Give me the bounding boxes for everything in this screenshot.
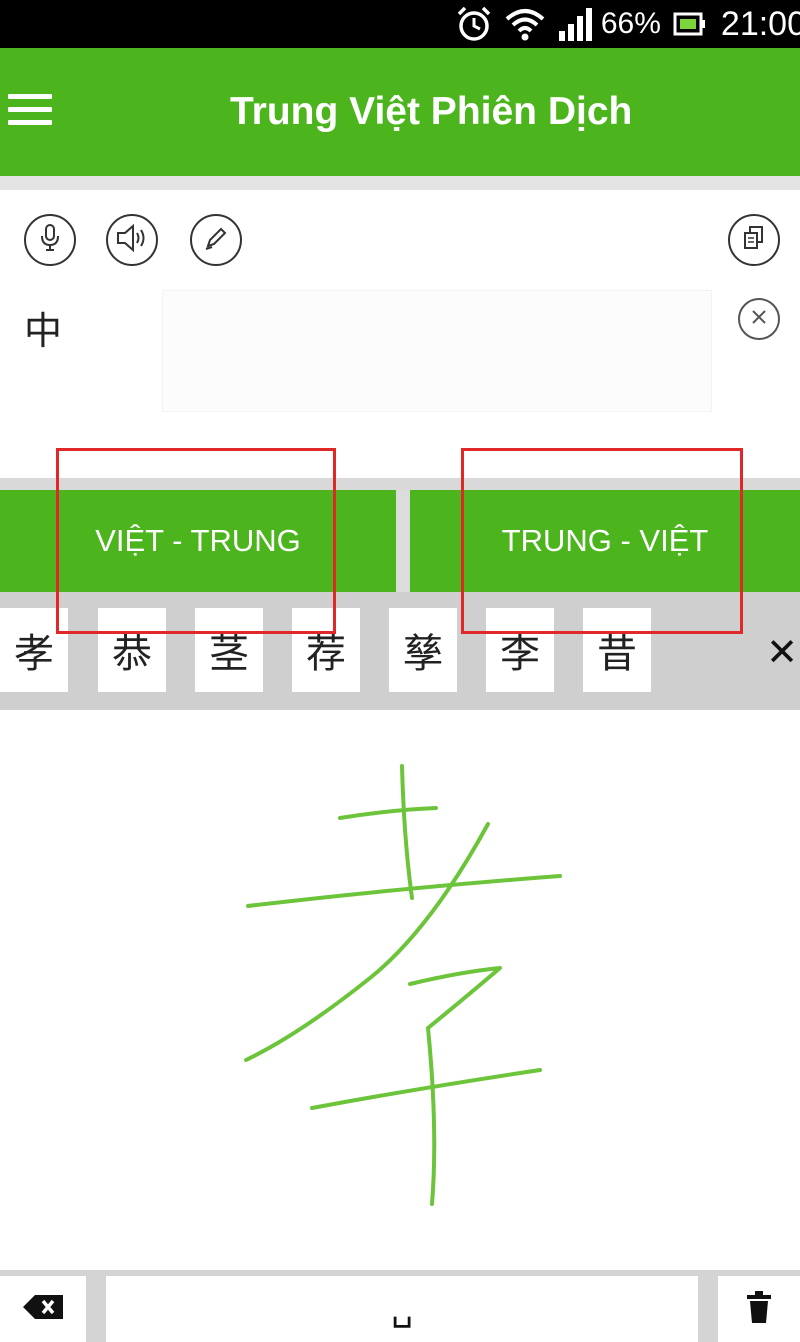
space-key[interactable]: ␣ [106, 1276, 698, 1342]
viet-trung-button[interactable]: VIỆT - TRUNG [0, 490, 396, 592]
alarm-icon [455, 5, 493, 43]
microphone-button[interactable] [24, 214, 76, 266]
candidate-char[interactable]: 李 [486, 608, 554, 692]
speaker-button[interactable] [106, 214, 158, 266]
speaker-icon [115, 223, 149, 257]
clear-button[interactable] [738, 298, 780, 340]
candidate-char[interactable]: 孳 [389, 608, 457, 692]
copy-button[interactable] [728, 214, 780, 266]
translation-input[interactable] [162, 290, 712, 412]
button-divider [396, 490, 410, 592]
candidate-char[interactable]: 昔 [583, 608, 651, 692]
status-bar: 66% 21:00 [0, 0, 800, 48]
wifi-icon [505, 7, 545, 41]
candidate-char[interactable]: 荐 [292, 608, 360, 692]
close-circle-icon [750, 308, 768, 330]
menu-icon [8, 94, 52, 99]
microphone-icon [37, 223, 63, 257]
signal-icon [557, 7, 595, 41]
handwriting-strokes [244, 764, 562, 1206]
app-bar: Trung Việt Phiên Dịch [0, 48, 800, 176]
battery-icon [673, 10, 707, 38]
source-language-label: 中 [24, 309, 63, 353]
app-title: Trung Việt Phiên Dịch [230, 90, 633, 133]
battery-percent: 66% [600, 7, 661, 40]
clock: 21:00 [720, 4, 800, 43]
handwriting-button[interactable] [190, 214, 242, 266]
close-candidates-button[interactable]: ✕ [762, 630, 800, 674]
pencil-icon [202, 224, 230, 256]
trash-icon [745, 1290, 773, 1328]
divider [0, 478, 800, 490]
backspace-icon [21, 1292, 65, 1326]
candidate-char[interactable]: 茎 [195, 608, 263, 692]
delete-button[interactable] [718, 1276, 800, 1342]
menu-button[interactable] [8, 94, 52, 130]
candidate-char[interactable]: 孝 [0, 608, 68, 692]
app-bar-shadow [0, 176, 800, 190]
trung-viet-button[interactable]: TRUNG - VIỆT [410, 490, 800, 592]
copy-icon [741, 224, 767, 256]
candidate-char[interactable]: 恭 [98, 608, 166, 692]
handwriting-canvas[interactable] [0, 710, 800, 1270]
backspace-button[interactable] [0, 1276, 86, 1342]
